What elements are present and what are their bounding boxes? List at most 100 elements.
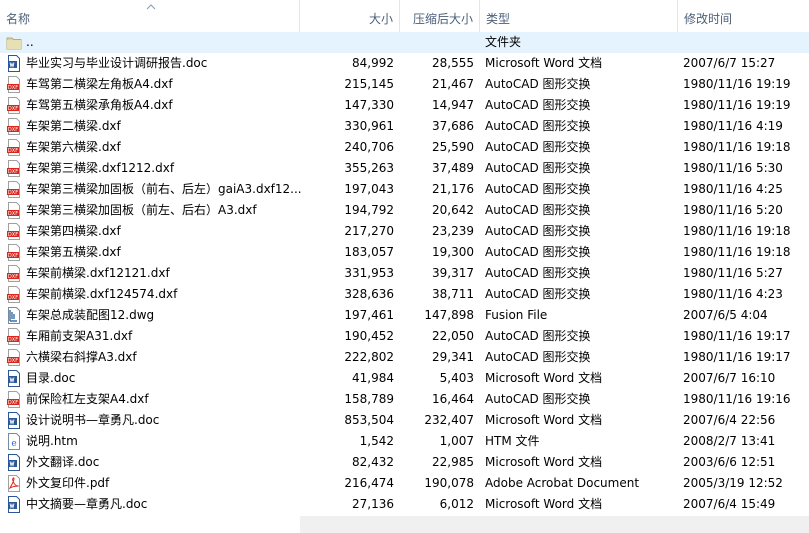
file-compressed-size [400,32,474,53]
file-row[interactable]: DXF 车架前横梁.dxf124574.dxf 328,636 38,711 AutoC… [0,284,809,305]
file-name: 中文摘要—章勇凡.doc [26,497,148,511]
file-name: 车厢前支架A31.dxf [26,329,133,343]
word-doc-icon [6,370,22,387]
parent-folder-row[interactable]: .. 文件夹 [0,32,809,53]
file-modified: 2007/6/4 15:49 [683,497,776,511]
file-compressed-size: 21,176 [432,182,474,196]
file-row[interactable]: DXF 车架前横梁.dxf12121.dxf 331,953 39,317 AutoCA… [0,263,809,284]
column-header-size[interactable]: 大小 [300,0,400,32]
file-name: 车架第四横梁.dxf [26,224,121,238]
file-row[interactable]: DXF 前保险杠左支架A4.dxf 158,789 16,464 AutoCAD 图形交… [0,389,809,410]
file-modified [683,32,809,53]
file-modified: 2005/3/19 12:52 [683,476,783,490]
file-row[interactable]: DXF 车架第四横梁.dxf 217,270 23,239 AutoCAD 图形交换 19… [0,221,809,242]
file-type: AutoCAD 图形交换 [485,182,591,196]
file-type: 文件夹 [485,35,522,49]
file-type: Microsoft Word 文档 [485,455,603,469]
file-row[interactable]: 目录.doc 41,984 5,403 Microsoft Word 文档 2007/6… [0,368,809,389]
dxf-file-icon: DXF [6,265,22,282]
word-doc-icon [6,496,22,513]
file-type: AutoCAD 图形交换 [485,77,591,91]
dxf-file-icon: DXF [6,76,22,93]
file-name: 前保险杠左支架A4.dxf [26,392,149,406]
svg-text:DXF: DXF [8,85,18,91]
file-size: 147,330 [344,98,394,112]
file-size: 27,136 [352,497,394,511]
svg-text:DXF: DXF [8,337,18,343]
file-modified: 1980/11/16 5:30 [683,161,783,175]
file-row[interactable]: 毕业实习与毕业设计调研报告.doc 84,992 28,555 Microsoft W… [0,53,809,74]
file-modified: 1980/11/16 4:23 [683,287,783,301]
htm-file-icon: e [6,433,22,450]
file-modified: 1980/11/16 4:19 [683,119,783,133]
file-size: 355,263 [344,161,394,175]
file-row[interactable]: DXF 六横梁右斜撑A3.dxf 222,802 29,341 AutoCAD 图形交换… [0,347,809,368]
file-compressed-size: 22,050 [432,329,474,343]
file-row[interactable]: 中文摘要—章勇凡.doc 27,136 6,012 Microsoft Word 文档… [0,494,809,515]
file-modified: 1980/11/16 19:19 [683,77,791,91]
file-row[interactable]: e 说明.htm 1,542 1,007 HTM 文件 2008/2/7 13:41 [0,431,809,452]
dxf-file-icon: DXF [6,97,22,114]
file-row[interactable]: 设计说明书—章勇凡.doc 853,504 232,407 Microsoft Wor… [0,410,809,431]
file-row[interactable]: DXF 车驾第二横梁左角板A4.dxf 215,145 21,467 AutoCAD 图… [0,74,809,95]
file-compressed-size: 39,317 [432,266,474,280]
column-header-modified[interactable]: 修改时间 [678,0,809,32]
file-compressed-size: 147,898 [424,308,474,322]
svg-text:DXF: DXF [8,190,18,196]
svg-text:DXF: DXF [8,148,18,154]
file-size: 330,961 [344,119,394,133]
file-row[interactable]: 车架总成装配图12.dwg 197,461 147,898 Fusion File 20… [0,305,809,326]
file-row[interactable]: DXF 车架第五横梁.dxf 183,057 19,300 AutoCAD 图形交换 19… [0,242,809,263]
file-row[interactable]: DXF 车架第三横梁加固板（前右、后左）gaiA3.dxf12... 197,043… [0,179,809,200]
file-modified: 1980/11/16 5:20 [683,203,783,217]
file-compressed-size: 232,407 [424,413,474,427]
column-header-type[interactable]: 类型 [480,0,678,32]
file-row[interactable]: DXF 车架第六横梁.dxf 240,706 25,590 AutoCAD 图形交换 19… [0,137,809,158]
horizontal-scrollbar-track[interactable] [300,516,809,533]
file-row[interactable]: 外文复印件.pdf 216,474 190,078 Adobe Acrobat Doc… [0,473,809,494]
file-compressed-size: 1,007 [439,434,474,448]
dxf-file-icon: DXF [6,328,22,345]
word-doc-icon [6,412,22,429]
dwg-file-icon [6,307,22,324]
file-type: Microsoft Word 文档 [485,413,603,427]
column-header-compressed[interactable]: 压缩后大小 [400,0,480,32]
file-type: AutoCAD 图形交换 [485,350,591,364]
file-type: AutoCAD 图形交换 [485,161,591,175]
column-header-size-label: 大小 [368,12,393,26]
file-compressed-size: 20,642 [432,203,474,217]
file-compressed-size: 6,012 [439,497,474,511]
dxf-file-icon: DXF [6,391,22,408]
svg-text:DXF: DXF [8,253,18,259]
file-row[interactable]: DXF 车架第三横梁.dxf1212.dxf 355,263 37,489 AutoCA… [0,158,809,179]
svg-text:DXF: DXF [8,400,18,406]
file-row[interactable]: 外文翻译.doc 82,432 22,985 Microsoft Word 文档 200… [0,452,809,473]
file-type: AutoCAD 图形交换 [485,98,591,112]
file-compressed-size: 37,686 [432,119,474,133]
file-size: 197,043 [344,182,394,196]
file-size: 1,542 [359,434,394,448]
word-doc-icon [6,454,22,471]
file-modified: 2007/6/4 22:56 [683,413,776,427]
file-row[interactable]: DXF 车架第三横梁加固板（前左、后右）A3.dxf 194,792 20,642 Au… [0,200,809,221]
dxf-file-icon: DXF [6,118,22,135]
file-modified: 1980/11/16 19:17 [683,350,791,364]
file-name: 车架前横梁.dxf124574.dxf [26,287,178,301]
file-name: 车架总成装配图12.dwg [26,308,155,322]
file-size [302,32,394,53]
file-compressed-size: 190,078 [424,476,474,490]
file-compressed-size: 22,985 [432,455,474,469]
column-header-modified-label: 修改时间 [684,12,733,26]
file-row[interactable]: DXF 车架第二横梁.dxf 330,961 37,686 AutoCAD 图形交换 19… [0,116,809,137]
svg-text:DXF: DXF [8,106,18,112]
file-type: HTM 文件 [485,434,540,448]
file-row[interactable]: DXF 车厢前支架A31.dxf 190,452 22,050 AutoCAD 图形交换… [0,326,809,347]
svg-text:DXF: DXF [8,295,18,301]
file-size: 190,452 [344,329,394,343]
svg-text:DXF: DXF [8,358,18,364]
file-type: AutoCAD 图形交换 [485,329,591,343]
dxf-file-icon: DXF [6,202,22,219]
file-row[interactable]: DXF 车驾第五横梁承角板A4.dxf 147,330 14,947 AutoCAD 图… [0,95,809,116]
file-modified: 1980/11/16 19:18 [683,140,791,154]
svg-text:DXF: DXF [8,232,18,238]
